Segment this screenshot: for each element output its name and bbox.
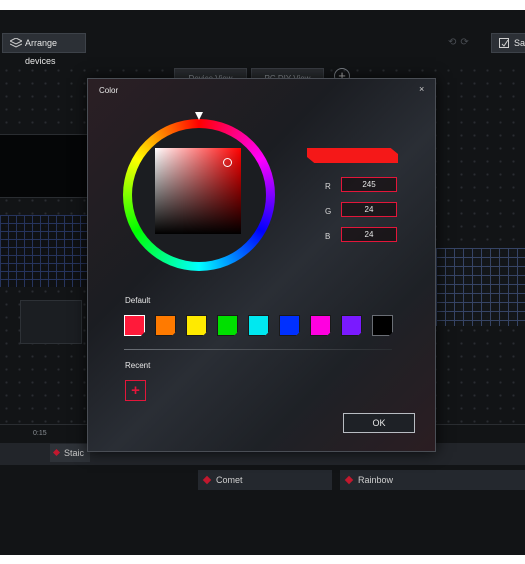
close-icon[interactable]: × <box>419 84 424 94</box>
effect-rainbow[interactable]: Rainbow <box>340 470 525 490</box>
laptop-keyboard <box>0 215 92 287</box>
arrange-devices-button[interactable]: Arrange devices <box>2 33 86 66</box>
color-dialog: Color × R 245 G 24 B 24 Default Recent +… <box>87 78 436 452</box>
default-label: Default <box>125 296 151 305</box>
ok-button[interactable]: OK <box>343 413 415 433</box>
external-keyboard <box>436 248 525 326</box>
static-effect-chip[interactable]: Staic <box>50 444 90 462</box>
color-swatch[interactable] <box>155 315 176 336</box>
color-swatch[interactable] <box>341 315 362 336</box>
color-picker-cursor[interactable] <box>223 158 232 167</box>
color-swatch[interactable] <box>372 315 393 336</box>
effect-comet-label: Comet <box>216 475 243 485</box>
color-swatch[interactable] <box>124 315 145 336</box>
b-input[interactable]: 24 <box>341 227 397 242</box>
color-swatch[interactable] <box>186 315 207 336</box>
color-swatch[interactable] <box>279 315 300 336</box>
effect-dot-icon <box>52 448 61 457</box>
save-icon <box>499 38 509 48</box>
divider <box>124 349 392 350</box>
color-swatch[interactable] <box>217 315 238 336</box>
time-label: 0:15 <box>33 430 47 437</box>
save-button[interactable]: Sav <box>491 33 525 53</box>
effect-comet[interactable]: Comet <box>198 470 332 490</box>
selected-color-preview <box>307 148 398 163</box>
dialog-title: Color <box>99 86 119 95</box>
effects-row: Comet Rainbow <box>0 470 525 494</box>
layers-icon <box>10 38 22 48</box>
save-label: Sav <box>514 38 525 48</box>
recent-label: Recent <box>125 361 151 370</box>
color-swatch[interactable] <box>310 315 331 336</box>
undo-redo-icons[interactable]: ⟲⟳ <box>448 37 473 48</box>
b-label: B <box>325 232 331 241</box>
r-label: R <box>325 182 331 191</box>
g-input[interactable]: 24 <box>341 202 397 217</box>
add-recent-button[interactable]: + <box>125 380 146 401</box>
color-swatch[interactable] <box>248 315 269 336</box>
effect-dot-icon <box>344 475 354 485</box>
effect-rainbow-label: Rainbow <box>358 475 394 485</box>
r-input[interactable]: 245 <box>341 177 397 192</box>
laptop-screen <box>0 134 93 198</box>
arrange-devices-label: Arrange devices <box>25 38 58 66</box>
laptop-touchpad <box>20 300 82 344</box>
top-toolbar: Arrange devices ⟲⟳ Sav <box>0 30 525 66</box>
static-effect-label: Staic <box>64 448 85 458</box>
g-label: G <box>325 207 332 216</box>
effect-dot-icon <box>202 475 212 485</box>
